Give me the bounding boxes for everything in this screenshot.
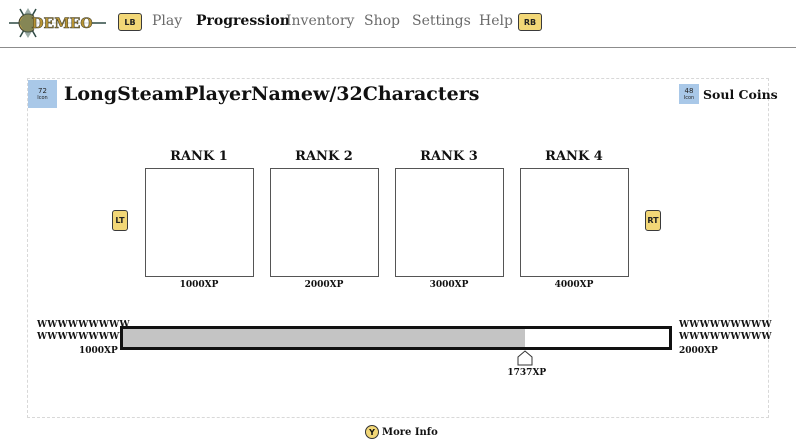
- left-xp-label: 1000XP: [79, 346, 118, 356]
- left-rank-label-line1: WWWWWWWWW: [37, 320, 130, 330]
- xp-progress-bar: [120, 326, 672, 350]
- player-name: LongSteamPlayerNamew/32Characters: [64, 83, 480, 105]
- player-avatar-icon: 72 Icon: [28, 80, 57, 108]
- soul-coin-icon: 48 Icon: [679, 84, 699, 104]
- rank-2-reward-card[interactable]: [270, 168, 379, 277]
- right-xp-label: 2000XP: [679, 346, 718, 356]
- rank-xp-label: 3000XP: [429, 280, 469, 290]
- top-navigation: DEMEO LB Play Progression Inventory Shop…: [0, 0, 796, 48]
- demeo-logo: DEMEO: [9, 8, 106, 38]
- rank-xp-label: 1000XP: [179, 280, 219, 290]
- nav-help[interactable]: Help: [479, 13, 513, 29]
- rank-xp-label: 2000XP: [304, 280, 344, 290]
- nav-inventory[interactable]: Inventory: [286, 13, 354, 29]
- xp-progress-fill: [123, 329, 526, 347]
- rank-3-reward-card[interactable]: [395, 168, 504, 277]
- nav-progression[interactable]: Progression: [196, 13, 290, 29]
- nav-settings[interactable]: Settings: [412, 13, 471, 29]
- avatar-icon-caption: Icon: [37, 95, 48, 101]
- nav-play[interactable]: Play: [152, 13, 182, 29]
- y-button-icon: Y: [365, 425, 379, 439]
- current-xp-label: 1737XP: [507, 368, 547, 378]
- lb-button[interactable]: LB: [118, 13, 142, 31]
- coin-icon-number: 48: [684, 87, 694, 95]
- rank-1-reward-card[interactable]: [145, 168, 254, 277]
- xp-marker-icon: [517, 350, 533, 366]
- svg-text:DEMEO: DEMEO: [31, 16, 92, 32]
- rt-button[interactable]: RT: [645, 210, 661, 231]
- currency-label: Soul Coins: [703, 87, 778, 102]
- rank-title: RANK 4: [545, 149, 603, 164]
- rank-4-reward-card[interactable]: [520, 168, 629, 277]
- nav-shop[interactable]: Shop: [364, 13, 400, 29]
- right-rank-label-line1: WWWWWWWWW: [679, 320, 772, 330]
- more-info-label: More Info: [382, 426, 438, 438]
- rank-title: RANK 1: [170, 149, 228, 164]
- rank-xp-label: 4000XP: [554, 280, 594, 290]
- right-rank-label-line2: WWWWWWWWW: [679, 332, 772, 342]
- coin-icon-caption: Icon: [683, 95, 695, 101]
- rb-button[interactable]: RB: [518, 13, 542, 31]
- rank-title: RANK 2: [295, 149, 353, 164]
- rank-title: RANK 3: [420, 149, 478, 164]
- lt-button[interactable]: LT: [112, 210, 128, 231]
- left-rank-label-line2: WWWWWWWWW: [37, 332, 130, 342]
- avatar-icon-number: 72: [38, 87, 47, 95]
- more-info-prompt[interactable]: Y More Info: [365, 425, 438, 439]
